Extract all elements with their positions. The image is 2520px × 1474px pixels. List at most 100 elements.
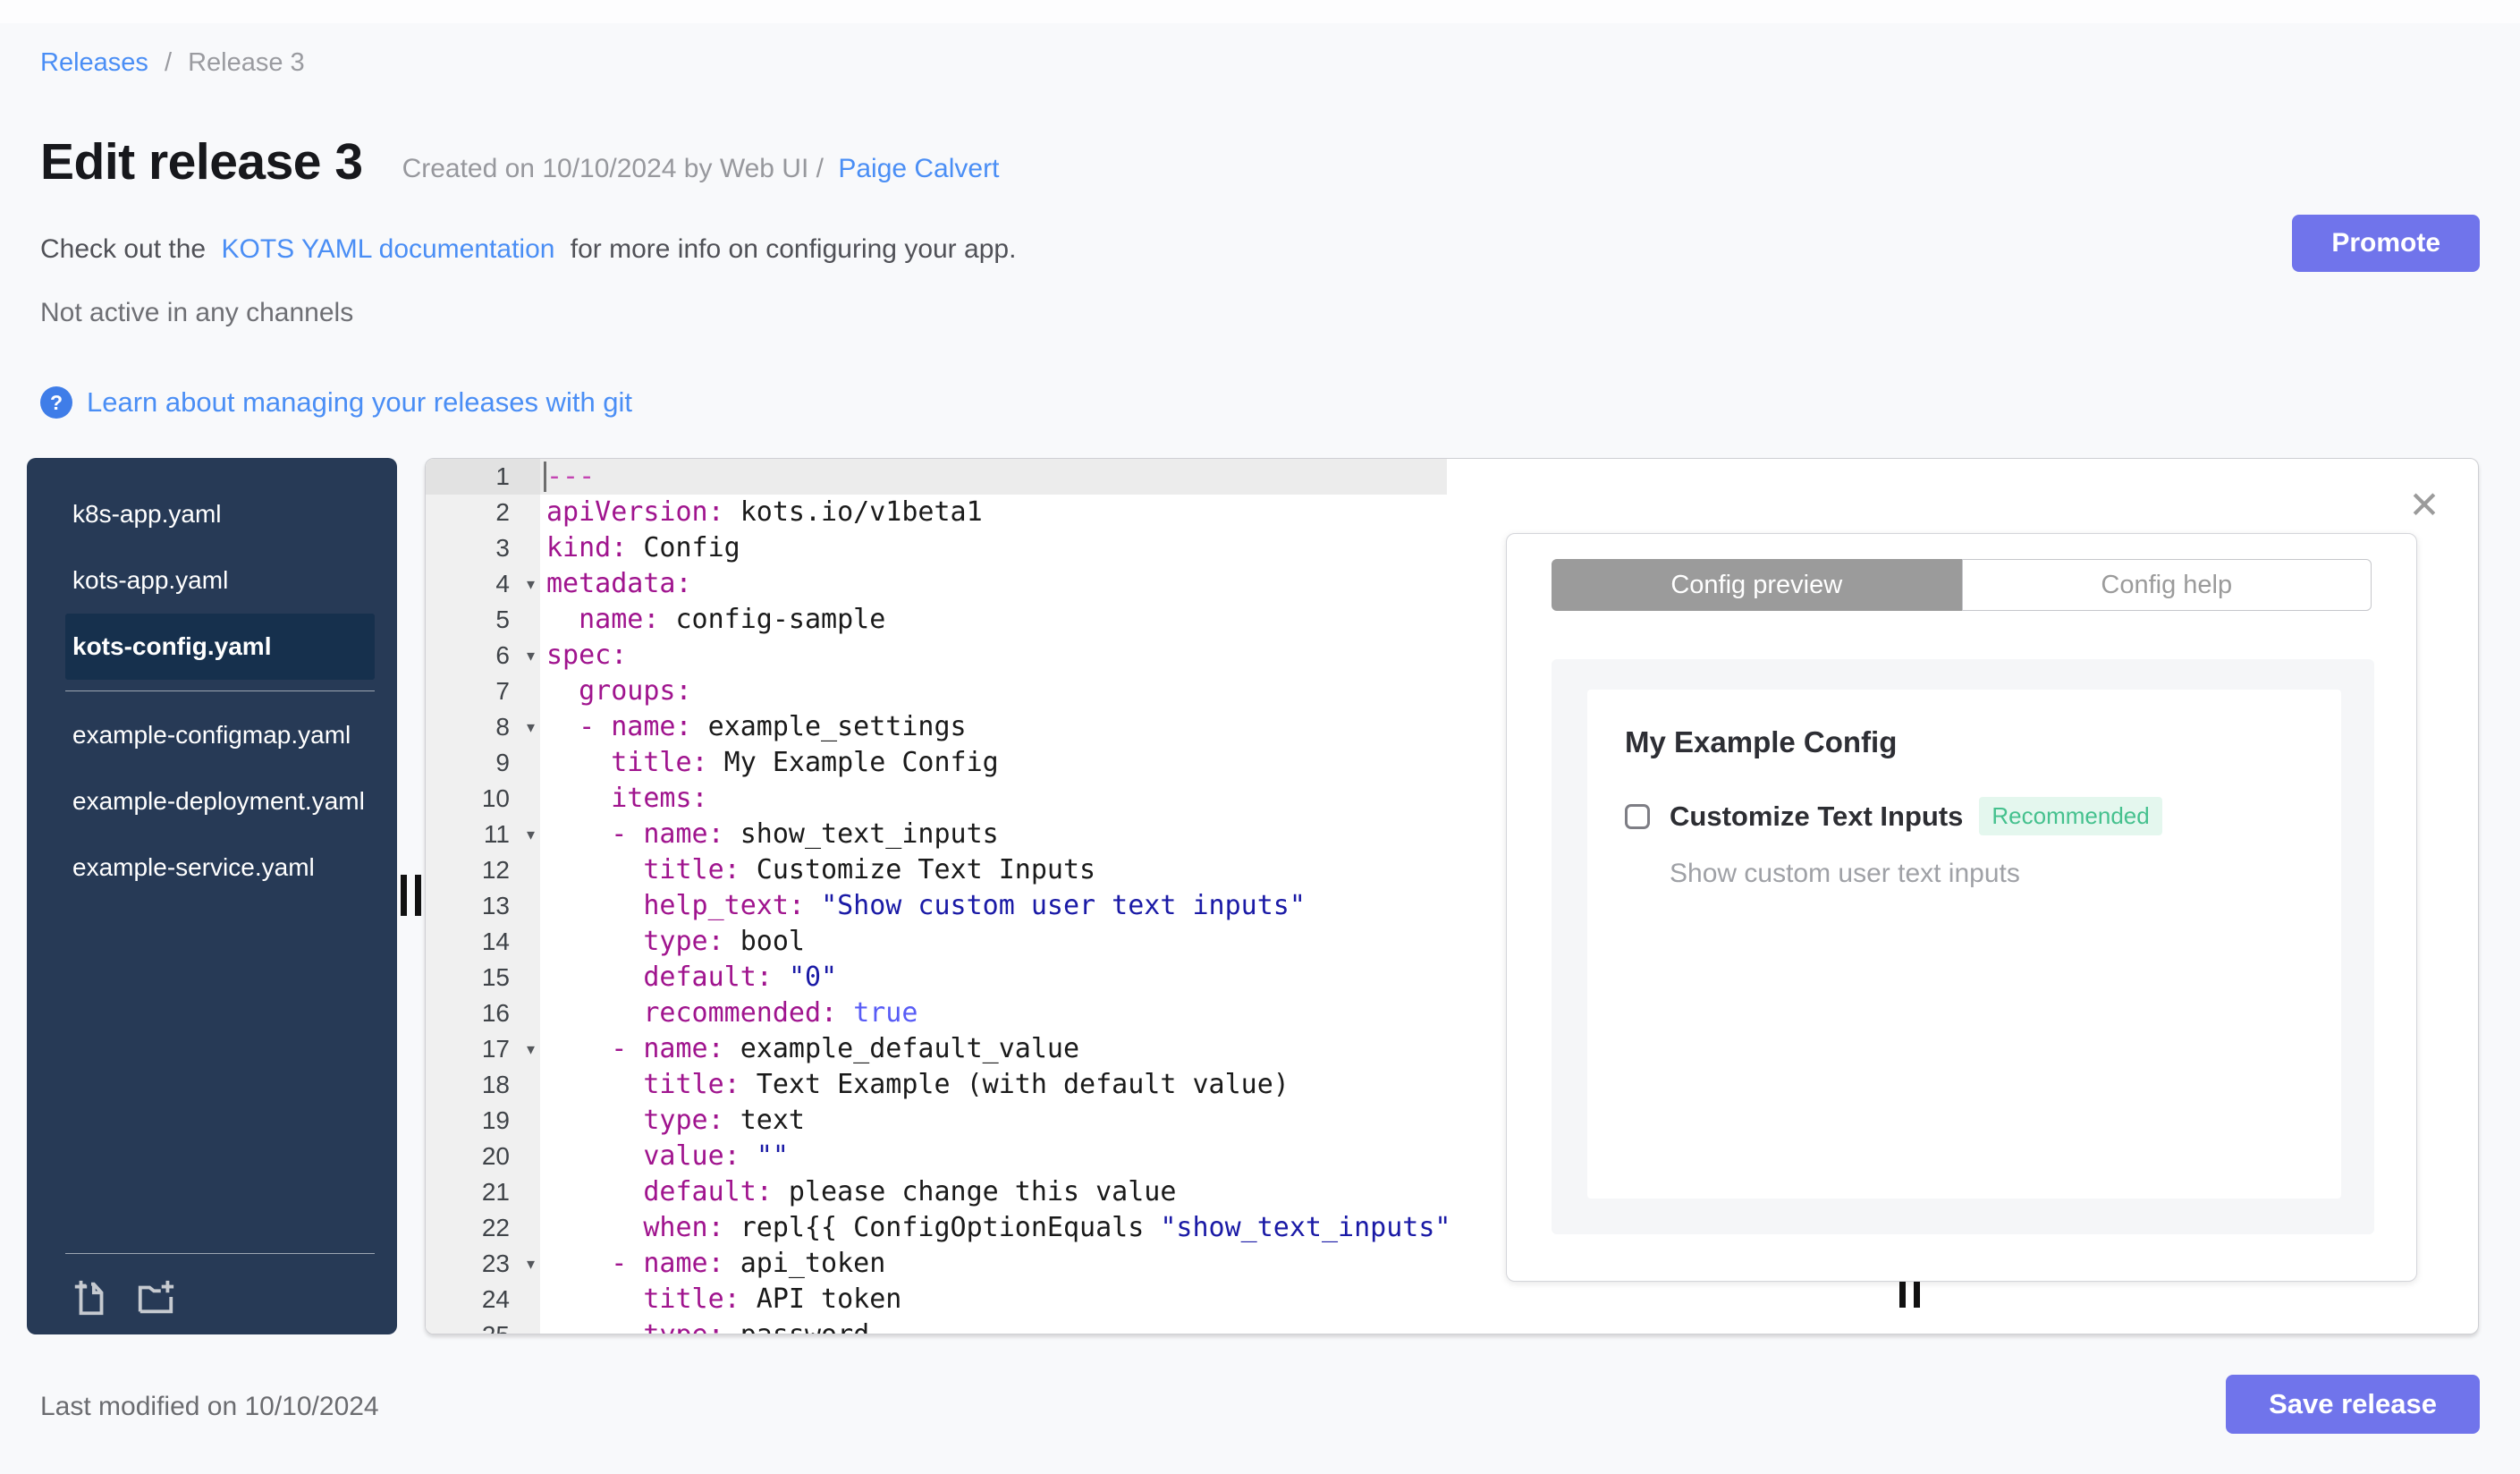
line-number-gutter: 8 ▾ (426, 709, 540, 745)
line-number-gutter: 5 (426, 602, 540, 638)
sidebar-file-item[interactable]: kots-app.yaml (65, 547, 375, 614)
sidebar-file-item[interactable]: example-configmap.yaml (65, 702, 375, 768)
sidebar-file-item[interactable]: example-service.yaml (65, 834, 375, 901)
line-number-gutter: 20 (426, 1139, 540, 1174)
sidebar-bottom-divider (65, 1253, 375, 1254)
code-line-content: - name: example_default_value (611, 1033, 1080, 1064)
git-link-row: ? Learn about managing your releases wit… (40, 386, 632, 419)
sidebar-file-item[interactable]: k8s-app.yaml (65, 481, 375, 547)
code-line-content: title: Customize Text Inputs (643, 854, 1096, 885)
add-file-icon[interactable] (71, 1277, 112, 1318)
line-number-gutter: 23 ▾ (426, 1246, 540, 1282)
last-modified-text: Last modified on 10/10/2024 (40, 1392, 379, 1421)
code-line-content: title: Text Example (with default value) (643, 1069, 1290, 1100)
fold-toggle-icon[interactable]: ▾ (527, 1246, 535, 1282)
recommended-badge: Recommended (1979, 797, 2162, 835)
code-line: 14 type: bool (426, 924, 1447, 960)
fold-toggle-icon[interactable]: ▾ (527, 709, 535, 745)
config-preview-content: My Example Config Customize Text Inputs … (1587, 690, 2341, 1199)
config-preview-card: Config preview Config help My Example Con… (1506, 533, 2417, 1282)
line-number-gutter: 3 (426, 530, 540, 566)
code-line: 10 items: (426, 781, 1447, 817)
code-line: 11 ▾ - name: show_text_inputs (426, 817, 1447, 852)
yaml-editor[interactable]: 1 --- 2 apiVersion: kots.io/v1beta1 3 kind: C… (426, 459, 1447, 1334)
tab-config-help[interactable]: Config help (1961, 559, 2372, 611)
code-line-content: kind: Config (546, 532, 740, 563)
fold-toggle-icon[interactable]: ▾ (527, 1031, 535, 1067)
doc-line-prefix: Check out the (40, 234, 207, 264)
promote-button[interactable]: Promote (2292, 215, 2480, 272)
code-line: 22 when: repl{{ ConfigOptionEquals "show… (426, 1210, 1447, 1246)
customize-text-inputs-checkbox[interactable] (1625, 803, 1650, 829)
kots-yaml-docs-link[interactable]: KOTS YAML documentation (221, 234, 554, 264)
doc-line-suffix: for more info on configuring your app. (570, 234, 1017, 264)
title-row: Edit release 3 Created on 10/10/2024 by … (40, 132, 999, 191)
top-strip (0, 0, 2520, 23)
line-number-gutter: 25 (426, 1317, 540, 1334)
line-number-gutter: 2 (426, 495, 540, 530)
sidebar-divider (65, 690, 375, 691)
code-line: 4 ▾ metadata: (426, 566, 1447, 602)
fold-toggle-icon[interactable]: ▾ (527, 817, 535, 852)
tab-config-preview[interactable]: Config preview (1552, 559, 1962, 611)
fold-toggle-icon[interactable]: ▾ (527, 566, 535, 602)
line-number-gutter: 4 ▾ (426, 566, 540, 602)
line-number-gutter: 17 ▾ (426, 1031, 540, 1067)
author-link[interactable]: Paige Calvert (838, 154, 999, 183)
code-line: 23 ▾ - name: api_token (426, 1246, 1447, 1282)
code-line: 7 groups: (426, 673, 1447, 709)
save-release-button[interactable]: Save release (2226, 1375, 2480, 1434)
line-number-gutter: 18 (426, 1067, 540, 1103)
line-number-gutter: 7 (426, 673, 540, 709)
code-line-content: default: "0" (643, 961, 838, 993)
code-line-content: apiVersion: kots.io/v1beta1 (546, 496, 983, 528)
code-line-content: items: (611, 783, 708, 814)
editor-and-preview-panel: 1 --- 2 apiVersion: kots.io/v1beta1 3 kind: C… (425, 458, 2479, 1334)
code-line: 9 title: My Example Config (426, 745, 1447, 781)
code-line: 13 help_text: "Show custom user text inp… (426, 888, 1447, 924)
line-number-gutter: 22 (426, 1210, 540, 1246)
code-line-content: title: API token (643, 1283, 902, 1315)
code-line: 17 ▾ - name: example_default_value (426, 1031, 1447, 1067)
code-line: 1 --- (426, 459, 1447, 495)
code-line: 12 title: Customize Text Inputs (426, 852, 1447, 888)
line-number-gutter: 19 (426, 1103, 540, 1139)
code-line-content: type: bool (643, 926, 805, 957)
code-line-content: recommended: true (643, 997, 918, 1029)
code-line: 18 title: Text Example (with default val… (426, 1067, 1447, 1103)
code-line: 2 apiVersion: kots.io/v1beta1 (426, 495, 1447, 530)
code-line-content: help_text: "Show custom user text inputs… (643, 890, 1306, 921)
line-number-gutter: 15 (426, 960, 540, 995)
code-line: 24 title: API token (426, 1282, 1447, 1317)
line-number-gutter: 13 (426, 888, 540, 924)
add-folder-icon[interactable] (135, 1277, 176, 1318)
git-releases-link[interactable]: Learn about managing your releases with … (87, 386, 632, 419)
code-lines: 1 --- 2 apiVersion: kots.io/v1beta1 3 kind: C… (426, 459, 1447, 1334)
line-number-gutter: 11 ▾ (426, 817, 540, 852)
sidebar-resize-handle[interactable] (401, 875, 421, 916)
close-preview-icon[interactable]: ✕ (2397, 479, 2451, 532)
code-line-content: type: password (540, 1317, 1447, 1334)
code-line: 21 default: please change this value (426, 1174, 1447, 1210)
sidebar-file-item[interactable]: example-deployment.yaml (65, 768, 375, 834)
sidebar-bottom (27, 1242, 397, 1334)
code-line: 19 type: text (426, 1103, 1447, 1139)
code-line-content: name: config-sample (579, 604, 886, 635)
code-line: 3 kind: Config (426, 530, 1447, 566)
breadcrumb-releases-link[interactable]: Releases (40, 48, 148, 77)
code-line-content: type: text (643, 1105, 805, 1136)
code-line-content: - name: example_settings (579, 711, 967, 742)
file-list-bottom: example-configmap.yaml example-deployment… (27, 702, 397, 901)
fold-toggle-icon[interactable]: ▾ (527, 638, 535, 673)
line-number-gutter: 16 (426, 995, 540, 1031)
code-line: 16 recommended: true (426, 995, 1447, 1031)
sidebar-file-item[interactable]: kots-config.yaml (65, 614, 375, 680)
code-line-content: default: please change this value (643, 1176, 1177, 1207)
breadcrumb-separator: / (164, 48, 173, 77)
breadcrumb: Releases / Release 3 (40, 47, 305, 79)
code-line: 15 default: "0" (426, 960, 1447, 995)
line-number-gutter: 6 ▾ (426, 638, 540, 673)
line-number-gutter: 1 (426, 459, 540, 495)
doc-info-line: Check out the KOTS YAML documentation fo… (40, 234, 1016, 265)
code-line: 8 ▾ - name: example_settings (426, 709, 1447, 745)
